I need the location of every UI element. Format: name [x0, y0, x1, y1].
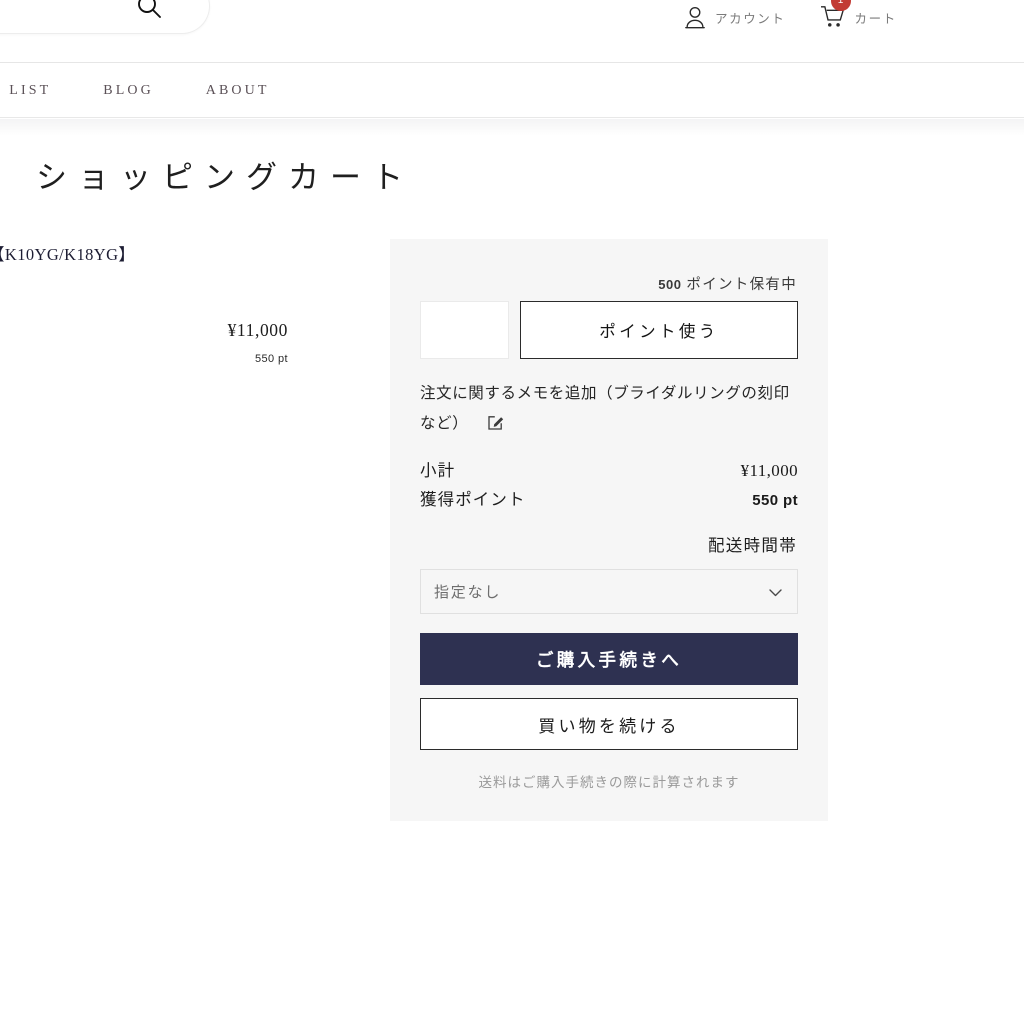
subtotal-row: 小計 ¥11,000 — [420, 457, 798, 486]
page-title: ショッピングカート — [36, 160, 414, 195]
header-top-bar: アカウント 1 カート — [0, 0, 1024, 63]
cart-link[interactable]: 1 カート — [820, 0, 897, 29]
earned-points-label: 獲得ポイント — [420, 490, 526, 509]
cart-item-points: 550 pt — [255, 353, 288, 365]
points-balance-text: ポイント保有中 — [681, 277, 797, 293]
nav-list: TORE LIST BLOG ABOUT — [0, 64, 270, 118]
order-memo-label: 注文に関するメモを追加（ブライダルリングの刻印など） — [420, 385, 790, 432]
continue-shopping-button[interactable]: 買い物を続ける — [420, 698, 798, 750]
search-icon[interactable] — [136, 0, 163, 20]
checkout-button[interactable]: ご購入手続きへ — [420, 633, 798, 685]
subtotal-value: ¥11,000 — [740, 461, 798, 480]
user-icon — [684, 5, 706, 29]
subnav-shadow-band — [0, 119, 1024, 136]
totals-block: 小計 ¥11,000 獲得ポイント 550 pt — [420, 457, 798, 515]
delivery-time-select[interactable]: 指定なし — [420, 569, 798, 614]
nav-item-store-list[interactable]: TORE LIST — [0, 83, 51, 99]
earned-points-row: 獲得ポイント 550 pt — [420, 486, 798, 515]
use-points-button[interactable]: ポイント使う — [520, 301, 798, 359]
subtotal-label: 小計 — [420, 461, 456, 480]
points-redeem-row: ポイント使う — [420, 301, 798, 359]
main-navigation: TORE LIST BLOG ABOUT — [0, 64, 1024, 118]
order-memo-toggle[interactable]: 注文に関するメモを追加（ブライダルリングの刻印など） — [420, 379, 798, 439]
order-summary-panel: 500 ポイント保有中 ポイント使う 注文に関するメモを追加（ブライダルリングの… — [390, 239, 828, 821]
cart-line-item: 【K10YG/K18YG】 ¥11,000 550 pt — [0, 238, 330, 398]
delivery-time-label: 配送時間帯 — [708, 536, 797, 555]
cart-item-price: ¥11,000 — [227, 320, 288, 340]
cart-icon: 1 — [820, 0, 851, 29]
account-link[interactable]: アカウント — [684, 5, 786, 29]
header-actions: アカウント 1 カート — [684, 0, 944, 34]
delivery-time-selected-value: 指定なし — [434, 585, 502, 601]
points-balance-number: 500 — [658, 277, 682, 292]
account-label: アカウント — [715, 11, 786, 26]
nav-item-about[interactable]: ABOUT — [206, 83, 270, 99]
nav-item-blog[interactable]: BLOG — [103, 83, 154, 99]
points-input[interactable] — [420, 301, 509, 359]
cart-label: カート — [854, 11, 897, 26]
shipping-calculation-note: 送料はご購入手続きの際に計算されます — [478, 775, 740, 790]
points-balance: 500 ポイント保有中 — [658, 273, 797, 294]
chevron-down-icon — [768, 585, 783, 600]
edit-pencil-icon[interactable] — [487, 412, 504, 430]
search-box[interactable] — [0, 0, 210, 34]
earned-points-value: 550 pt — [752, 492, 798, 509]
cart-item-title[interactable]: 【K10YG/K18YG】 — [0, 241, 135, 265]
